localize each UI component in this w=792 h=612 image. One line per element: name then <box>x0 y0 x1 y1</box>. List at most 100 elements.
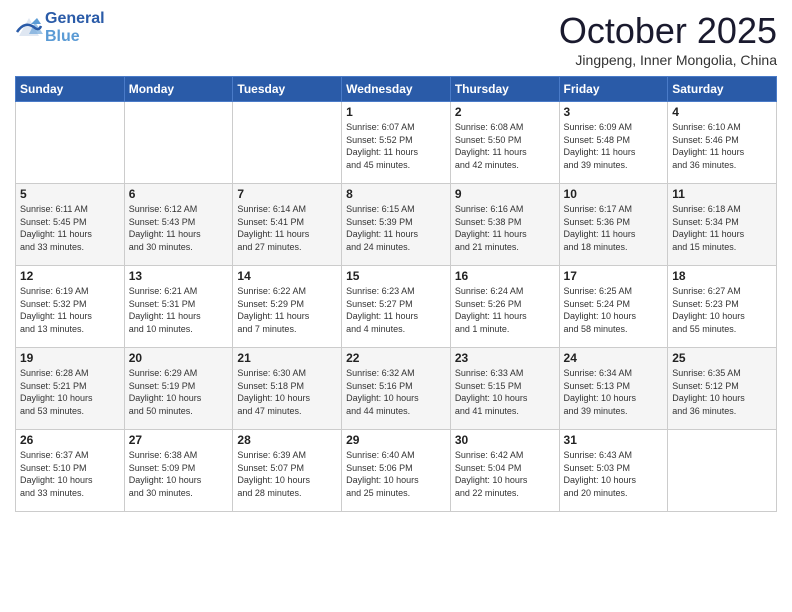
col-sunday: Sunday <box>16 77 125 102</box>
calendar-cell <box>668 430 777 512</box>
calendar-week-row: 19 Sunrise: 6:28 AM Sunset: 5:21 PM Dayli… <box>16 348 777 430</box>
day-info: Sunrise: 6:43 AM Sunset: 5:03 PM Dayligh… <box>564 449 664 499</box>
calendar-cell: 13 Sunrise: 6:21 AM Sunset: 5:31 PM Dayli… <box>124 266 233 348</box>
day-number: 25 <box>672 351 772 365</box>
day-number: 24 <box>564 351 664 365</box>
day-number: 10 <box>564 187 664 201</box>
col-friday: Friday <box>559 77 668 102</box>
col-monday: Monday <box>124 77 233 102</box>
calendar-cell: 4Sunrise: 6:10 AM Sunset: 5:46 PM Daylig… <box>668 102 777 184</box>
calendar-cell: 29 Sunrise: 6:40 AM Sunset: 5:06 PM Dayli… <box>342 430 451 512</box>
title-block: October 2025 Jingpeng, Inner Mongolia, C… <box>559 10 777 68</box>
day-info: Sunrise: 6:21 AM Sunset: 5:31 PM Dayligh… <box>129 285 229 335</box>
calendar-cell: 18 Sunrise: 6:27 AM Sunset: 5:23 PM Dayli… <box>668 266 777 348</box>
day-number: 20 <box>129 351 229 365</box>
day-info: Sunrise: 6:28 AM Sunset: 5:21 PM Dayligh… <box>20 367 120 417</box>
day-info: Sunrise: 6:24 AM Sunset: 5:26 PM Dayligh… <box>455 285 555 335</box>
calendar-header-row: Sunday Monday Tuesday Wednesday Thursday… <box>16 77 777 102</box>
day-info: Sunrise: 6:11 AM Sunset: 5:45 PM Dayligh… <box>20 203 120 253</box>
calendar-cell: 15Sunrise: 6:23 AM Sunset: 5:27 PM Dayli… <box>342 266 451 348</box>
calendar-cell: 11 Sunrise: 6:18 AM Sunset: 5:34 PM Dayli… <box>668 184 777 266</box>
day-number: 14 <box>237 269 337 283</box>
day-number: 5 <box>20 187 120 201</box>
day-info: Sunrise: 6:18 AM Sunset: 5:34 PM Dayligh… <box>672 203 772 253</box>
col-tuesday: Tuesday <box>233 77 342 102</box>
day-number: 21 <box>237 351 337 365</box>
day-info: Sunrise: 6:25 AM Sunset: 5:24 PM Dayligh… <box>564 285 664 335</box>
day-info: Sunrise: 6:27 AM Sunset: 5:23 PM Dayligh… <box>672 285 772 335</box>
day-number: 3 <box>564 105 664 119</box>
day-number: 12 <box>20 269 120 283</box>
month-title: October 2025 <box>559 10 777 52</box>
day-info: Sunrise: 6:14 AM Sunset: 5:41 PM Dayligh… <box>237 203 337 253</box>
calendar-week-row: 26Sunrise: 6:37 AM Sunset: 5:10 PM Dayli… <box>16 430 777 512</box>
calendar-cell: 26Sunrise: 6:37 AM Sunset: 5:10 PM Dayli… <box>16 430 125 512</box>
calendar-cell: 25 Sunrise: 6:35 AM Sunset: 5:12 PM Dayli… <box>668 348 777 430</box>
day-info: Sunrise: 6:29 AM Sunset: 5:19 PM Dayligh… <box>129 367 229 417</box>
day-number: 2 <box>455 105 555 119</box>
calendar-table: Sunday Monday Tuesday Wednesday Thursday… <box>15 76 777 512</box>
logo-text: General Blue <box>45 10 105 45</box>
location: Jingpeng, Inner Mongolia, China <box>559 52 777 68</box>
day-info: Sunrise: 6:42 AM Sunset: 5:04 PM Dayligh… <box>455 449 555 499</box>
day-number: 13 <box>129 269 229 283</box>
calendar-cell: 28 Sunrise: 6:39 AM Sunset: 5:07 PM Dayli… <box>233 430 342 512</box>
calendar-cell: 5 Sunrise: 6:11 AM Sunset: 5:45 PM Daylig… <box>16 184 125 266</box>
calendar-cell: 8Sunrise: 6:15 AM Sunset: 5:39 PM Daylig… <box>342 184 451 266</box>
day-number: 19 <box>20 351 120 365</box>
day-info: Sunrise: 6:08 AM Sunset: 5:50 PM Dayligh… <box>455 121 555 171</box>
calendar-cell: 23Sunrise: 6:33 AM Sunset: 5:15 PM Dayli… <box>450 348 559 430</box>
day-info: Sunrise: 6:10 AM Sunset: 5:46 PM Dayligh… <box>672 121 772 171</box>
calendar-week-row: 12 Sunrise: 6:19 AM Sunset: 5:32 PM Dayli… <box>16 266 777 348</box>
calendar-cell: 2 Sunrise: 6:08 AM Sunset: 5:50 PM Daylig… <box>450 102 559 184</box>
day-info: Sunrise: 6:34 AM Sunset: 5:13 PM Dayligh… <box>564 367 664 417</box>
day-number: 6 <box>129 187 229 201</box>
calendar-cell <box>124 102 233 184</box>
day-info: Sunrise: 6:40 AM Sunset: 5:06 PM Dayligh… <box>346 449 446 499</box>
calendar-cell: 19 Sunrise: 6:28 AM Sunset: 5:21 PM Dayli… <box>16 348 125 430</box>
day-number: 22 <box>346 351 446 365</box>
day-info: Sunrise: 6:37 AM Sunset: 5:10 PM Dayligh… <box>20 449 120 499</box>
calendar-cell: 16 Sunrise: 6:24 AM Sunset: 5:26 PM Dayli… <box>450 266 559 348</box>
calendar-cell: 30 Sunrise: 6:42 AM Sunset: 5:04 PM Dayli… <box>450 430 559 512</box>
calendar-cell: 1Sunrise: 6:07 AM Sunset: 5:52 PM Daylig… <box>342 102 451 184</box>
calendar-cell: 24 Sunrise: 6:34 AM Sunset: 5:13 PM Dayli… <box>559 348 668 430</box>
calendar-cell: 6 Sunrise: 6:12 AM Sunset: 5:43 PM Daylig… <box>124 184 233 266</box>
day-number: 18 <box>672 269 772 283</box>
day-number: 11 <box>672 187 772 201</box>
day-info: Sunrise: 6:35 AM Sunset: 5:12 PM Dayligh… <box>672 367 772 417</box>
day-number: 9 <box>455 187 555 201</box>
calendar-cell: 10 Sunrise: 6:17 AM Sunset: 5:36 PM Dayli… <box>559 184 668 266</box>
day-info: Sunrise: 6:17 AM Sunset: 5:36 PM Dayligh… <box>564 203 664 253</box>
day-info: Sunrise: 6:39 AM Sunset: 5:07 PM Dayligh… <box>237 449 337 499</box>
calendar-cell: 20 Sunrise: 6:29 AM Sunset: 5:19 PM Dayli… <box>124 348 233 430</box>
calendar-cell: 7Sunrise: 6:14 AM Sunset: 5:41 PM Daylig… <box>233 184 342 266</box>
calendar-cell: 3 Sunrise: 6:09 AM Sunset: 5:48 PM Daylig… <box>559 102 668 184</box>
day-info: Sunrise: 6:30 AM Sunset: 5:18 PM Dayligh… <box>237 367 337 417</box>
logo-icon <box>15 14 43 42</box>
day-number: 30 <box>455 433 555 447</box>
day-number: 28 <box>237 433 337 447</box>
col-thursday: Thursday <box>450 77 559 102</box>
day-number: 29 <box>346 433 446 447</box>
day-number: 15 <box>346 269 446 283</box>
day-number: 16 <box>455 269 555 283</box>
calendar-cell: 9 Sunrise: 6:16 AM Sunset: 5:38 PM Daylig… <box>450 184 559 266</box>
calendar-cell <box>233 102 342 184</box>
calendar-cell <box>16 102 125 184</box>
calendar-cell: 22Sunrise: 6:32 AM Sunset: 5:16 PM Dayli… <box>342 348 451 430</box>
calendar-cell: 31Sunrise: 6:43 AM Sunset: 5:03 PM Dayli… <box>559 430 668 512</box>
day-number: 17 <box>564 269 664 283</box>
day-info: Sunrise: 6:12 AM Sunset: 5:43 PM Dayligh… <box>129 203 229 253</box>
calendar-week-row: 5 Sunrise: 6:11 AM Sunset: 5:45 PM Daylig… <box>16 184 777 266</box>
day-info: Sunrise: 6:09 AM Sunset: 5:48 PM Dayligh… <box>564 121 664 171</box>
day-info: Sunrise: 6:22 AM Sunset: 5:29 PM Dayligh… <box>237 285 337 335</box>
day-info: Sunrise: 6:19 AM Sunset: 5:32 PM Dayligh… <box>20 285 120 335</box>
header: General Blue October 2025 Jingpeng, Inne… <box>15 10 777 68</box>
calendar-cell: 21 Sunrise: 6:30 AM Sunset: 5:18 PM Dayli… <box>233 348 342 430</box>
day-info: Sunrise: 6:15 AM Sunset: 5:39 PM Dayligh… <box>346 203 446 253</box>
day-number: 1 <box>346 105 446 119</box>
day-info: Sunrise: 6:33 AM Sunset: 5:15 PM Dayligh… <box>455 367 555 417</box>
page: General Blue October 2025 Jingpeng, Inne… <box>0 0 792 612</box>
day-info: Sunrise: 6:16 AM Sunset: 5:38 PM Dayligh… <box>455 203 555 253</box>
